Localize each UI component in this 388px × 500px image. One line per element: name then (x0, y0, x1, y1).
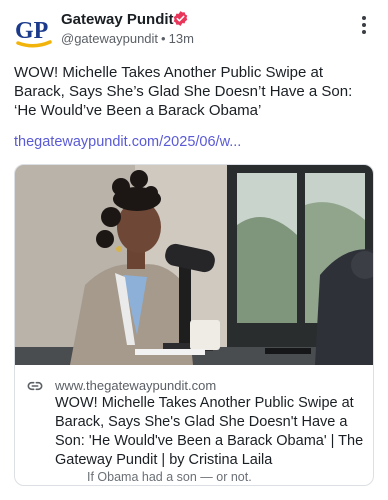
more-vertical-icon[interactable] (354, 14, 374, 36)
link-icon (27, 381, 43, 391)
verified-badge-icon (173, 11, 188, 26)
post: GP Gateway Pundit @gatewaypundit • 13m WOW… (0, 0, 388, 500)
post-text: WOW! Michelle Takes Another Public Swipe… (14, 64, 353, 119)
avatar[interactable]: GP (14, 12, 54, 52)
avatar-logo-text: GP (15, 18, 48, 44)
meta-separator: • (161, 31, 166, 46)
link-preview-description: If Obama had a son — or not. (87, 470, 252, 484)
link-preview-domain: www.thegatewaypundit.com (55, 378, 217, 393)
link-preview-image (15, 165, 373, 365)
link-preview-title: WOW! Michelle Takes Another Public Swipe… (55, 395, 364, 468)
post-meta: @gatewaypundit • 13m (61, 31, 194, 46)
author-name[interactable]: Gateway Pundit (61, 11, 174, 28)
post-timestamp[interactable]: 13m (169, 31, 194, 46)
post-link[interactable]: thegatewaypundit.com/2025/06/w... (14, 134, 241, 150)
link-preview-card[interactable]: www.thegatewaypundit.com WOW! Michelle T… (14, 164, 374, 486)
author-handle[interactable]: @gatewaypundit (61, 31, 158, 46)
